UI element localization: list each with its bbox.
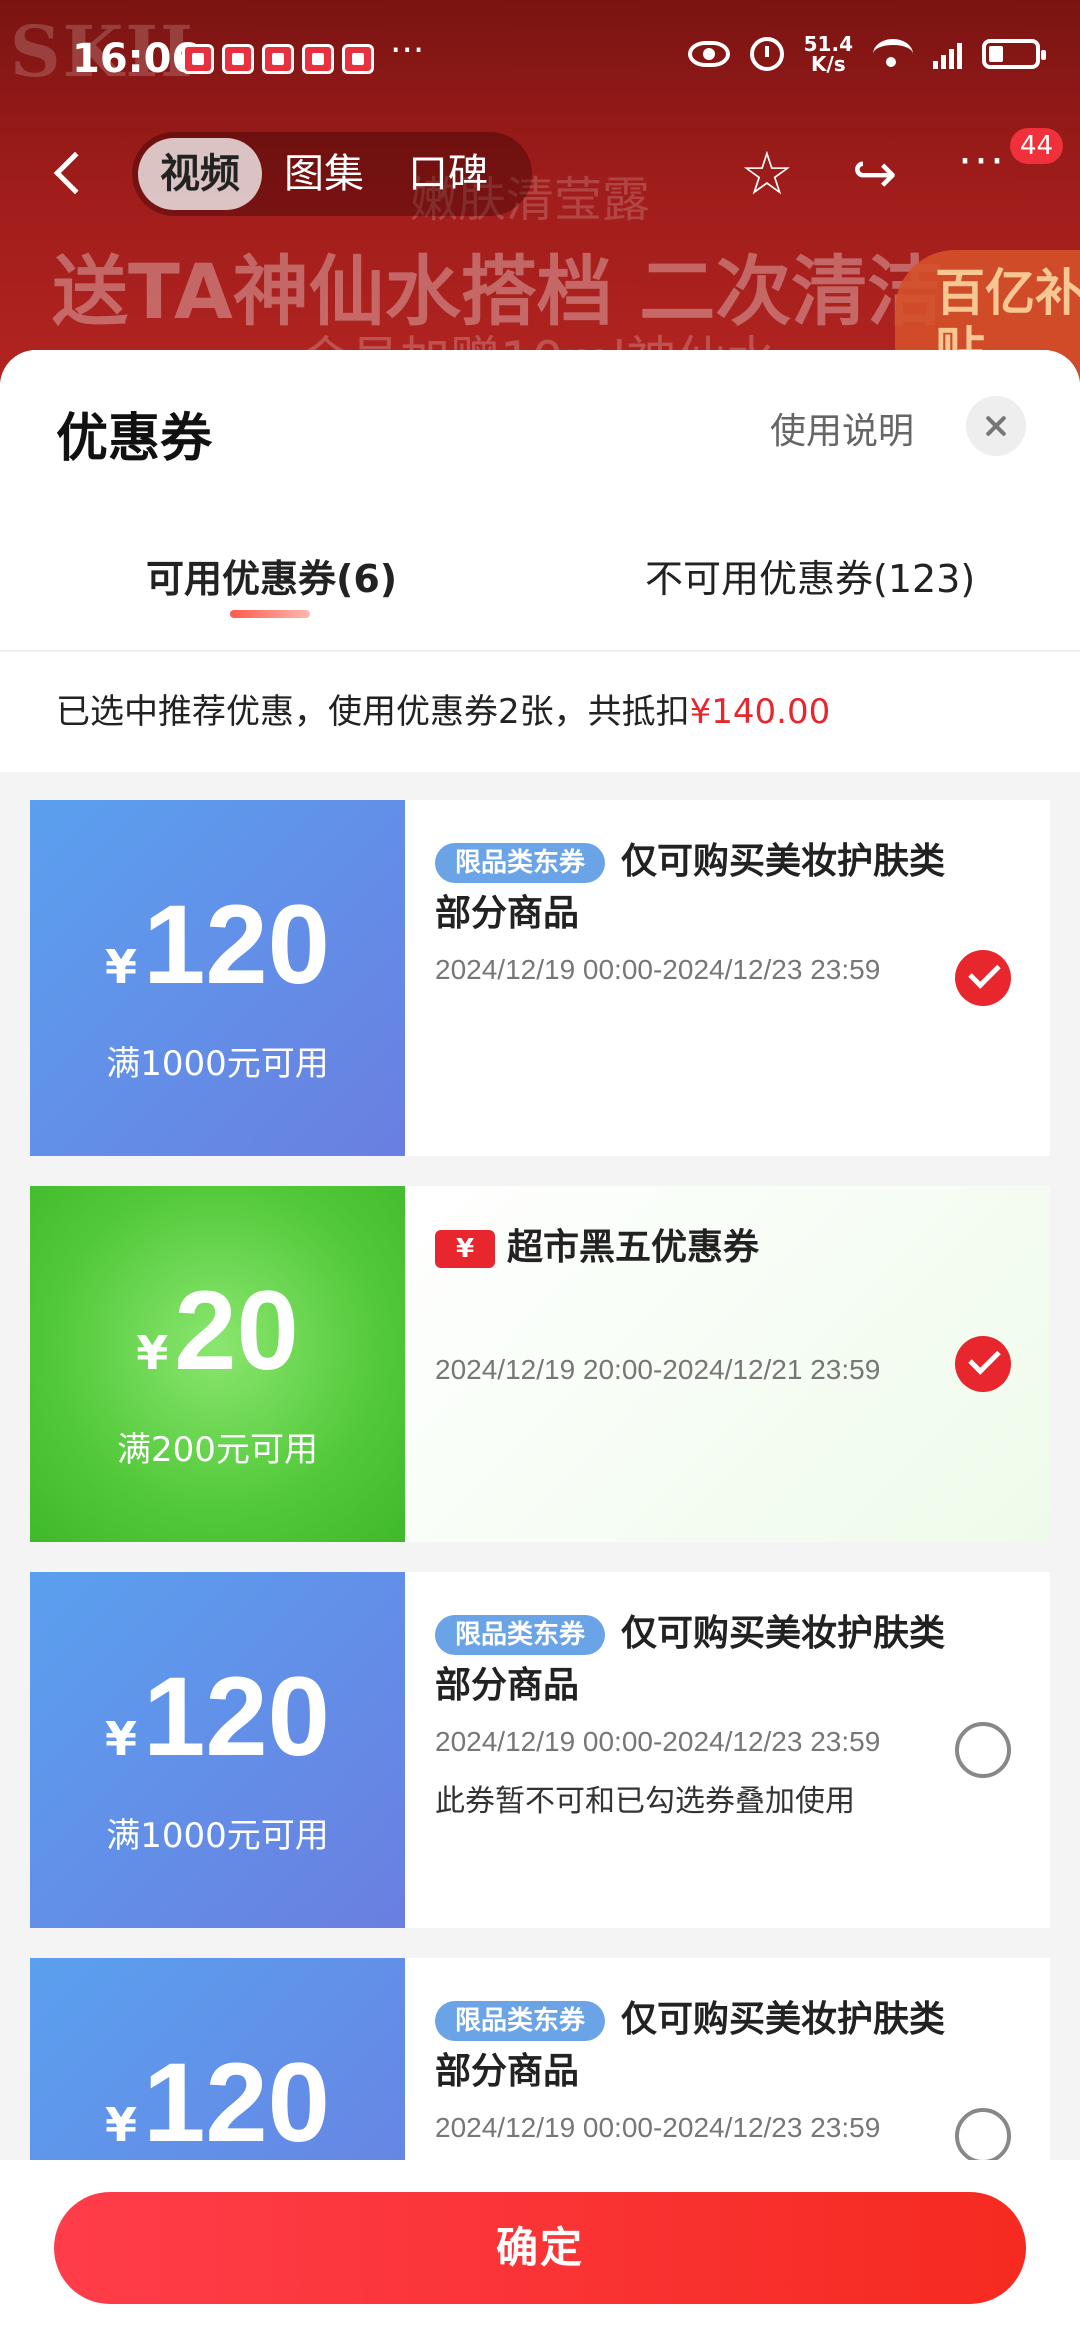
notification-icon bbox=[302, 44, 334, 74]
coupon-title: 超市黑五优惠券 bbox=[507, 1227, 760, 1268]
tab-gallery[interactable]: 图集 bbox=[262, 138, 386, 210]
signal-icon bbox=[933, 39, 962, 69]
coupon-threshold: 满1000元可用 bbox=[106, 1044, 329, 1084]
coupon-value-panel: ¥ 20 满200元可用 bbox=[24, 1186, 405, 1542]
alarm-icon bbox=[749, 37, 784, 71]
close-button[interactable] bbox=[966, 396, 1026, 456]
coupon-details: ¥ 超市黑五优惠券 2024/12/19 20:00-2024/12/21 23:… bbox=[405, 1186, 1050, 1542]
sheet-title: 优惠券 bbox=[56, 409, 213, 469]
notification-icon bbox=[262, 44, 294, 74]
coupon-title-cont: 部分商品 bbox=[435, 1665, 580, 1706]
star-icon[interactable]: ☆ bbox=[740, 144, 794, 204]
status-indicators: 51.4 K/s bbox=[687, 32, 1046, 76]
selection-summary: 已选中推荐优惠，使用优惠券2张，共抵扣¥140.00 bbox=[0, 652, 1080, 772]
currency-symbol: ¥ bbox=[105, 1712, 138, 1766]
status-time: 16:06 bbox=[72, 36, 200, 82]
coupon-amount: 120 bbox=[143, 1654, 330, 1779]
coupon-sheet: 优惠券 使用说明 可用优惠券(6) 不可用优惠券(123) 已选中推荐优惠，使用… bbox=[0, 350, 1080, 2340]
tab-video[interactable]: 视频 bbox=[138, 138, 262, 210]
usage-instructions-link[interactable]: 使用说明 bbox=[770, 402, 914, 454]
coupon-title-cont: 部分商品 bbox=[435, 2051, 580, 2092]
coupon-validity: 2024/12/19 00:00-2024/12/23 23:59 bbox=[435, 2112, 881, 2143]
battery-icon bbox=[982, 39, 1046, 69]
category-tag: 限品类东券 bbox=[435, 843, 606, 883]
notification-icons bbox=[182, 44, 374, 74]
coupon-amount: 20 bbox=[174, 1268, 299, 1393]
more-icon[interactable]: ··· bbox=[958, 136, 1006, 187]
coupon-value-panel: ¥ 120 满1000元可用 bbox=[24, 1572, 405, 1928]
coupon-card[interactable]: ¥ 120 满1000元可用 限品类东券 仅可购买美妆护肤类 部分商品 2024/1… bbox=[24, 800, 1050, 1156]
active-tab-indicator bbox=[230, 610, 310, 618]
back-icon[interactable] bbox=[53, 151, 97, 195]
coupon-details: 限品类东券 仅可购买美妆护肤类 部分商品 2024/12/19 00:00-2024… bbox=[405, 800, 1050, 1156]
currency-symbol: ¥ bbox=[136, 1326, 169, 1380]
coupon-title: 仅可购买美妆护肤类 bbox=[621, 1613, 946, 1654]
category-tag: 限品类东券 bbox=[435, 1615, 606, 1655]
notification-icon bbox=[342, 44, 374, 74]
coupon-validity: 2024/12/19 20:00-2024/12/21 23:59 bbox=[435, 1354, 881, 1385]
bottom-bar: 确定 bbox=[0, 2160, 1080, 2340]
discount-amount: ¥140.00 bbox=[689, 692, 831, 732]
currency-symbol: ¥ bbox=[105, 940, 138, 994]
coupon-threshold: 满1000元可用 bbox=[106, 1816, 329, 1856]
coupon-title: 仅可购买美妆护肤类 bbox=[621, 1999, 946, 2040]
status-bar: 16:06 ··· 51.4 K/s bbox=[0, 0, 1080, 120]
notification-icon bbox=[222, 44, 254, 74]
coupon-threshold: 满200元可用 bbox=[117, 1430, 318, 1470]
coupon-checkbox-unchecked[interactable] bbox=[955, 2108, 1011, 2164]
coupon-checkbox-checked[interactable] bbox=[955, 1336, 1011, 1392]
coupon-amount: 120 bbox=[143, 2040, 330, 2165]
tab-unavailable-coupons[interactable]: 不可用优惠券(123) bbox=[645, 548, 975, 603]
top-nav: 视频 图集 口碑 ☆ ↪ ··· 44 bbox=[0, 128, 1080, 220]
coupon-amount: 120 bbox=[143, 882, 330, 1007]
coupon-validity: 2024/12/19 00:00-2024/12/23 23:59 bbox=[435, 954, 881, 985]
share-icon[interactable]: ↪ bbox=[852, 144, 897, 204]
coupon-validity: 2024/12/19 00:00-2024/12/23 23:59 bbox=[435, 1726, 881, 1757]
status-more-icon: ··· bbox=[390, 30, 425, 71]
coupon-icon: ¥ bbox=[435, 1230, 495, 1268]
media-tabs: 视频 图集 口碑 bbox=[132, 132, 532, 216]
notification-icon bbox=[182, 44, 214, 74]
coupon-checkbox-unchecked[interactable] bbox=[955, 1722, 1011, 1778]
confirm-button[interactable]: 确定 bbox=[54, 2192, 1026, 2304]
network-speed: 51.4 K/s bbox=[803, 32, 853, 76]
tab-available-coupons[interactable]: 可用优惠券(6) bbox=[146, 548, 397, 603]
coupon-details: 限品类东券 仅可购买美妆护肤类 部分商品 2024/12/19 00:00-2024… bbox=[405, 1572, 1050, 1928]
currency-symbol: ¥ bbox=[105, 2098, 138, 2152]
eye-icon bbox=[687, 41, 730, 67]
coupon-checkbox-checked[interactable] bbox=[955, 950, 1011, 1006]
coupon-value-panel: ¥ 120 满1000元可用 bbox=[24, 800, 405, 1156]
wifi-icon bbox=[873, 39, 913, 69]
coupon-title-cont: 部分商品 bbox=[435, 893, 580, 934]
coupon-card[interactable]: ¥ 20 满200元可用 ¥ 超市黑五优惠券 2024/12/19 20:00-2… bbox=[24, 1186, 1050, 1542]
category-tag: 限品类东券 bbox=[435, 2001, 606, 2041]
sheet-header: 优惠券 使用说明 可用优惠券(6) 不可用优惠券(123) bbox=[0, 350, 1080, 650]
coupon-stack-note: 此券暂不可和已勾选券叠加使用 bbox=[435, 1784, 855, 1819]
coupon-title: 仅可购买美妆护肤类 bbox=[621, 841, 946, 882]
coupon-list: ¥ 120 满1000元可用 限品类东券 仅可购买美妆护肤类 部分商品 2024/1… bbox=[24, 800, 1050, 2340]
coupon-card[interactable]: ¥ 120 满1000元可用 限品类东券 仅可购买美妆护肤类 部分商品 2024/1… bbox=[24, 1572, 1050, 1928]
tab-reviews[interactable]: 口碑 bbox=[386, 138, 510, 210]
more-badge: 44 bbox=[1010, 128, 1064, 164]
